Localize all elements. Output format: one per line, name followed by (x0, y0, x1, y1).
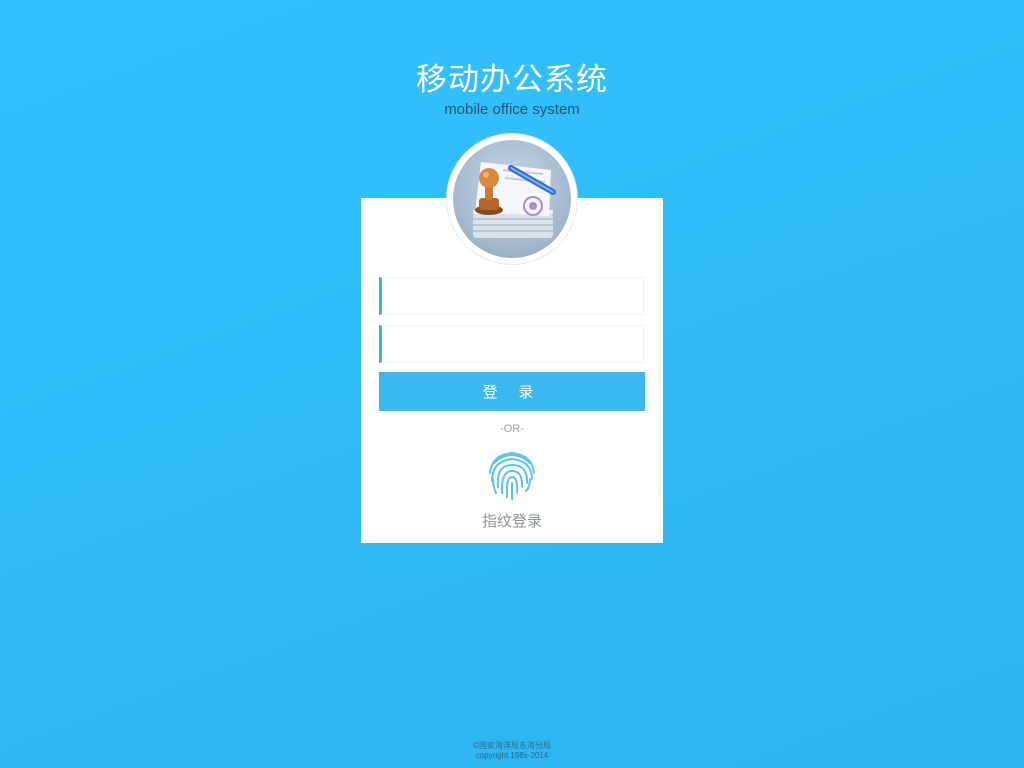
username-input[interactable] (382, 278, 643, 314)
footer-organization: ©国家海洋局东海分局 (473, 741, 551, 750)
password-input[interactable] (382, 326, 643, 362)
footer-copyright: copyright 198x-2014 (475, 751, 549, 760)
or-divider: -OR- (500, 423, 524, 435)
app-subtitle: mobile office system (444, 101, 580, 118)
stamp-documents-icon (453, 140, 571, 258)
username-field[interactable] (379, 277, 644, 315)
login-button[interactable]: 登 录 (379, 372, 645, 411)
fingerprint-icon[interactable] (482, 443, 542, 503)
fingerprint-login-label[interactable]: 指纹登录 (361, 510, 663, 531)
password-field[interactable] (379, 325, 644, 363)
app-logo (447, 134, 577, 264)
app-title: 移动办公系统 (416, 62, 608, 98)
